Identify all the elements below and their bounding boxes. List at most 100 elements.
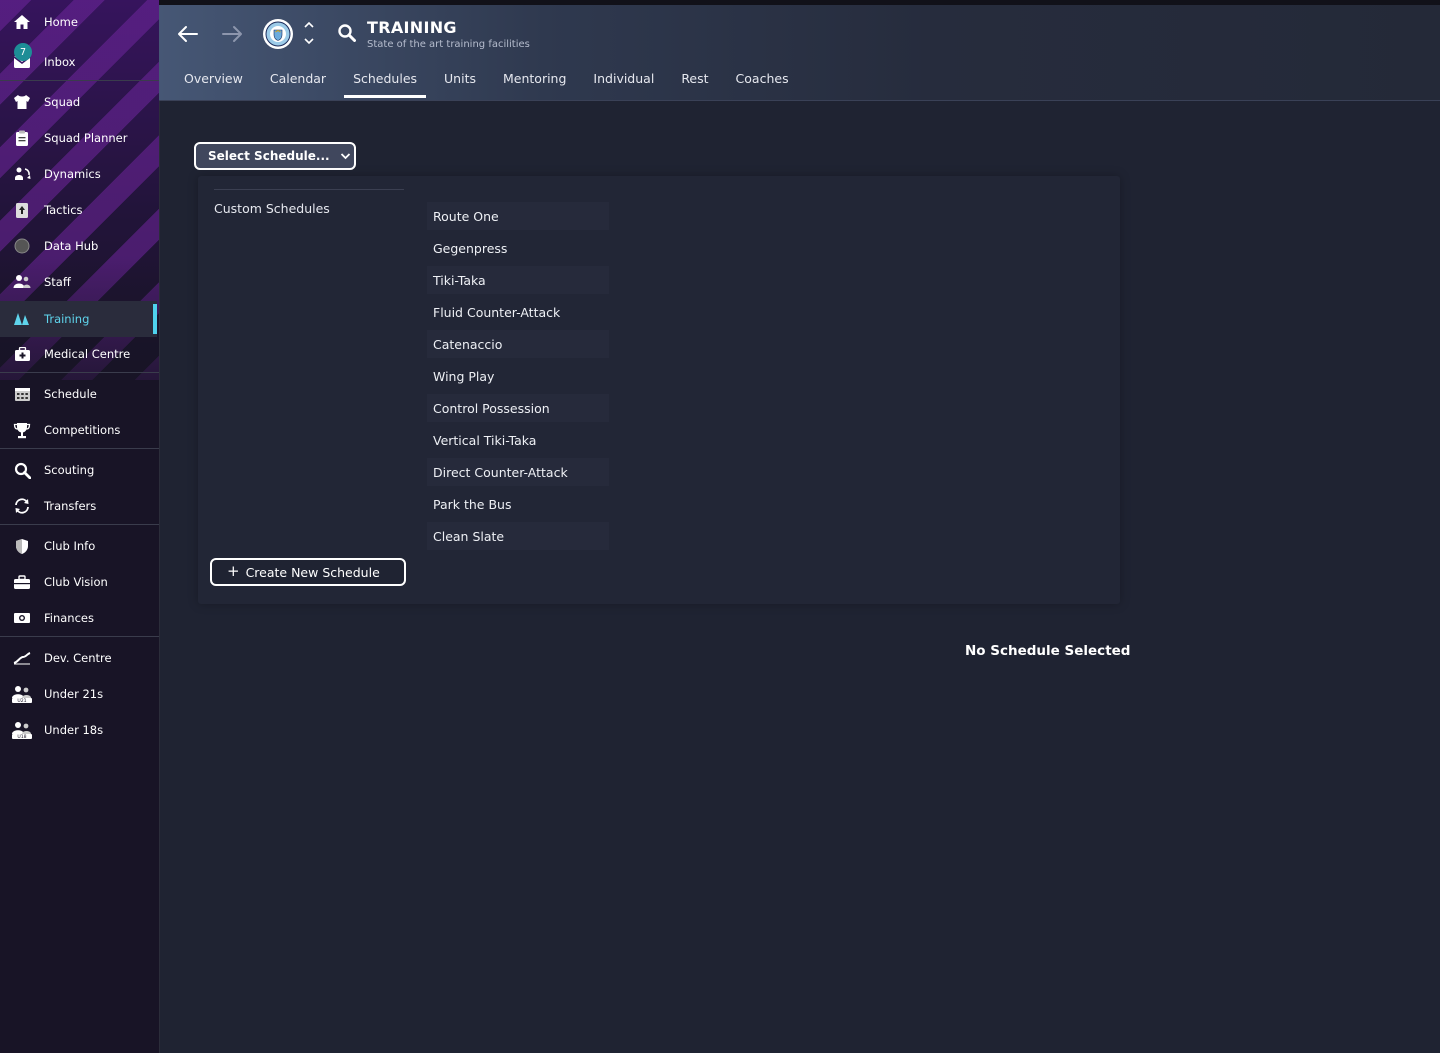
select-schedule-dropdown[interactable]: Select Schedule... [194, 142, 356, 170]
tab-mentoring[interactable]: Mentoring [494, 69, 575, 97]
preset-schedule-list: Route One Gegenpress Tiki-Taka Fluid Cou… [427, 202, 609, 554]
custom-schedules-heading[interactable]: Custom Schedules [214, 201, 330, 216]
page-header: TRAINING State of the art training facil… [159, 5, 1440, 101]
chevron-down-icon [340, 149, 351, 163]
sidebar-item-under-18s[interactable]: U18 Under 18s [0, 712, 157, 748]
sidebar-item-under-21s[interactable]: U21 Under 21s [0, 676, 157, 712]
data-hub-icon [0, 238, 44, 254]
empty-state-message: No Schedule Selected [965, 643, 1131, 659]
schedule-option-clean-slate[interactable]: Clean Slate [427, 522, 609, 550]
briefcase-icon [0, 574, 44, 590]
panel-divider [214, 189, 404, 190]
sidebar-item-schedule[interactable]: Schedule [0, 376, 157, 412]
sidebar-item-club-vision[interactable]: Club Vision [0, 564, 157, 600]
page-title: TRAINING [367, 18, 457, 37]
sidebar-item-label: Club Info [44, 539, 96, 553]
sidebar-item-dev-centre[interactable]: Dev. Centre [0, 640, 157, 676]
tab-overview[interactable]: Overview [175, 69, 252, 97]
dynamics-icon [0, 166, 44, 182]
sidebar-item-label: Schedule [44, 387, 97, 401]
schedule-option-route-one[interactable]: Route One [427, 202, 609, 230]
sidebar-item-label: Transfers [44, 499, 97, 513]
sidebar-item-staff[interactable]: Staff [0, 264, 157, 300]
sidebar-item-label: Inbox [44, 55, 76, 69]
schedule-option-wing-play[interactable]: Wing Play [427, 362, 609, 390]
sidebar-item-home[interactable]: Home [0, 4, 157, 40]
sidebar-item-squad-planner[interactable]: Squad Planner [0, 120, 157, 156]
schedule-option-gegenpress[interactable]: Gegenpress [427, 234, 609, 262]
sidebar-divider [0, 636, 159, 637]
schedule-dropdown-panel: Custom Schedules Route One Gegenpress Ti… [198, 176, 1120, 604]
plus-icon: + [227, 562, 240, 580]
sidebar-item-label: Data Hub [44, 239, 99, 253]
schedule-option-park-the-bus[interactable]: Park the Bus [427, 490, 609, 518]
sidebar-item-label: Home [44, 15, 78, 29]
create-new-schedule-label: Create New Schedule [245, 564, 380, 580]
tab-individual[interactable]: Individual [584, 69, 663, 97]
tab-coaches[interactable]: Coaches [727, 69, 798, 97]
inbox-icon: 7 [0, 43, 44, 69]
sidebar-item-squad[interactable]: Squad [0, 84, 157, 120]
tab-units[interactable]: Units [435, 69, 485, 97]
club-switch-chevrons-icon[interactable] [303, 19, 315, 51]
sidebar-item-training[interactable]: Training [0, 301, 157, 337]
sidebar-item-label: Staff [44, 275, 71, 289]
sidebar-item-label: Scouting [44, 463, 95, 477]
sidebar-item-tactics[interactable]: Tactics [0, 192, 157, 228]
schedule-option-tiki-taka[interactable]: Tiki-Taka [427, 266, 609, 294]
sidebar-item-finances[interactable]: Finances [0, 600, 157, 636]
sidebar-item-label: Dynamics [44, 167, 101, 181]
sidebar-item-club-info[interactable]: Club Info [0, 528, 157, 564]
sidebar-divider [0, 372, 159, 373]
sidebar-divider [0, 448, 159, 449]
schedule-option-direct-counter-attack[interactable]: Direct Counter-Attack [427, 458, 609, 486]
create-new-schedule-button[interactable]: + Create New Schedule [210, 558, 406, 586]
schedule-option-catenaccio[interactable]: Catenaccio [427, 330, 609, 358]
schedule-option-control-possession[interactable]: Control Possession [427, 394, 609, 422]
medical-kit-icon [0, 346, 44, 362]
trophy-icon [0, 422, 44, 439]
sidebar-item-label: Club Vision [44, 575, 108, 589]
sidebar-item-data-hub[interactable]: Data Hub [0, 228, 157, 264]
sidebar-item-label: Dev. Centre [44, 651, 112, 665]
schedule-option-fluid-counter-attack[interactable]: Fluid Counter-Attack [427, 298, 609, 326]
sidebar-item-inbox[interactable]: 7 Inbox [0, 43, 157, 80]
shirt-icon [0, 94, 44, 110]
sidebar-item-label: Squad Planner [44, 131, 128, 145]
back-arrow-icon[interactable] [177, 25, 199, 47]
sidebar: Home 7 Inbox Squad Squad Planner Dynamic… [0, 0, 160, 1053]
sidebar-item-label: Tactics [44, 203, 83, 217]
tab-rest[interactable]: Rest [672, 69, 717, 97]
sidebar-item-medical-centre[interactable]: Medical Centre [0, 336, 157, 372]
club-crest-icon[interactable] [263, 19, 293, 49]
search-icon[interactable] [337, 23, 356, 46]
home-icon [0, 14, 44, 30]
sidebar-item-scouting[interactable]: Scouting [0, 452, 157, 488]
page-subtitle: State of the art training facilities [367, 39, 530, 50]
u18-team-icon: U18 [0, 721, 44, 739]
sidebar-divider [0, 524, 159, 525]
sidebar-item-label: Medical Centre [44, 347, 131, 361]
transfer-arrows-icon [0, 498, 44, 514]
tab-calendar[interactable]: Calendar [261, 69, 335, 97]
sidebar-item-label: Under 18s [44, 723, 104, 737]
clipboard-icon [0, 130, 44, 147]
dev-centre-icon [0, 651, 44, 665]
forward-arrow-icon[interactable] [221, 25, 243, 47]
magnifier-icon [0, 462, 44, 479]
sidebar-item-competitions[interactable]: Competitions [0, 412, 157, 448]
staff-icon [0, 274, 44, 290]
money-icon [0, 611, 44, 625]
tab-schedules[interactable]: Schedules [344, 69, 426, 98]
sidebar-item-label: Training [44, 312, 90, 326]
schedule-option-vertical-tiki-taka[interactable]: Vertical Tiki-Taka [427, 426, 609, 454]
u21-team-icon: U21 [0, 685, 44, 703]
svg-text:U21: U21 [17, 698, 26, 703]
sidebar-item-label: Competitions [44, 423, 121, 437]
training-cone-icon [0, 311, 44, 327]
sidebar-item-transfers[interactable]: Transfers [0, 488, 157, 524]
svg-text:U18: U18 [17, 734, 26, 739]
tab-bar: Overview Calendar Schedules Units Mentor… [175, 69, 807, 99]
calendar-icon [0, 386, 44, 402]
sidebar-item-dynamics[interactable]: Dynamics [0, 156, 157, 192]
